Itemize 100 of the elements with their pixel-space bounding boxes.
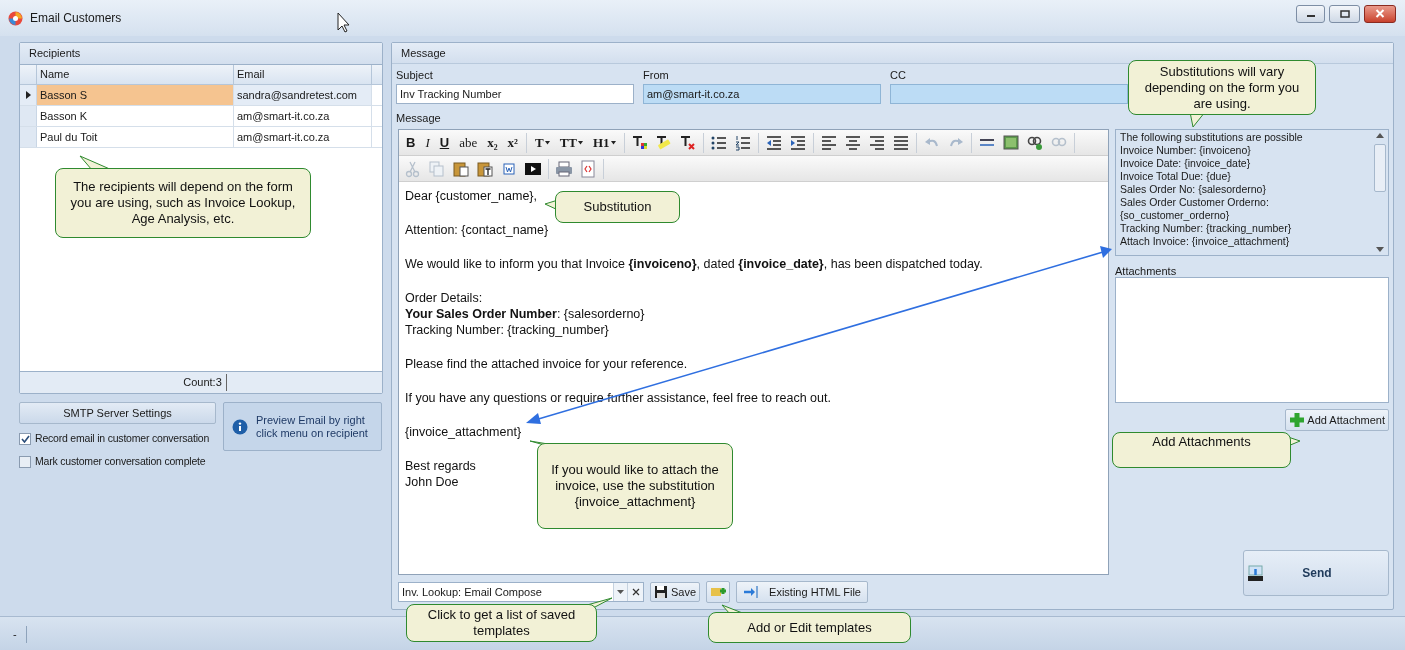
format-button[interactable]: B — [402, 131, 420, 154]
checkbox[interactable] — [19, 432, 31, 445]
format-button[interactable]: I — [421, 131, 434, 154]
table-cell: Basson S — [37, 85, 234, 105]
checkmark-icon — [20, 434, 30, 443]
info-icon — [232, 418, 248, 435]
send-button[interactable]: Send — [1243, 550, 1389, 596]
clear-format-icon — [678, 133, 697, 152]
field-label: CC — [890, 68, 907, 80]
table-cell: am@smart-it.co.za — [234, 127, 372, 147]
format-button[interactable]: x² — [503, 131, 522, 154]
format-button[interactable]: TT — [555, 131, 587, 154]
list-item: {so_customer_orderno} — [1120, 209, 1230, 222]
body-text-line: {invoice_attachment} — [405, 424, 522, 440]
mail-tray-icon — [1247, 564, 1264, 582]
list-item: Invoice Number: {invoiceno} — [1120, 144, 1251, 157]
recipient-row[interactable]: Basson K am@smart-it.co.za — [20, 106, 382, 127]
dropdown-arrow-icon — [617, 590, 624, 594]
close-icon — [631, 588, 640, 596]
mouse-pointer-icon — [337, 12, 350, 33]
plus-icon — [1289, 412, 1306, 428]
scroll-down-icon — [1376, 247, 1384, 252]
checkbox-label: Record email in customer conversation — [35, 431, 210, 446]
save-button[interactable]: Save — [650, 582, 701, 602]
outdent-icon — [764, 133, 783, 152]
text-color-icon — [630, 133, 649, 152]
caret-icon — [578, 140, 583, 145]
status-text: - — [13, 626, 27, 643]
preview-email-button[interactable]: Preview Email by right click menu on recipient — [223, 402, 382, 451]
template-dropdown[interactable]: Inv. Lookup: Email Compose — [398, 582, 644, 602]
align-right-icon — [867, 133, 886, 152]
image-icon — [1001, 133, 1020, 152]
callout: Substitution — [555, 191, 680, 223]
maximize-button[interactable] — [1329, 4, 1360, 23]
align-left-icon — [819, 133, 838, 152]
paste-text-icon — [476, 159, 494, 178]
list-item: Sales Order No: {salesorderno} — [1120, 183, 1266, 196]
body-text-line: Tracking Number: {tracking_number} — [405, 322, 609, 338]
highlighter-icon — [654, 133, 673, 152]
format-button[interactable]: x₂ — [483, 131, 502, 154]
align-center-icon — [843, 133, 862, 152]
close-button[interactable] — [1364, 4, 1396, 23]
format-button[interactable]: T — [531, 131, 554, 154]
callout: Substitutions will vary depending on the form you are using. — [1128, 60, 1316, 115]
table-cell: sandra@sandretest.com — [234, 85, 372, 105]
field-label: From — [643, 68, 670, 80]
clear-button[interactable] — [627, 583, 643, 601]
add-attachment-button[interactable]: Add Attachment — [1285, 409, 1389, 431]
row-count: Count:3 — [183, 374, 227, 391]
field-label: Attachments — [1115, 264, 1177, 276]
list-item: Tracking Number: {tracking_number} — [1120, 222, 1292, 235]
panel-title: Message — [401, 45, 446, 61]
body-text-line: Order Details: — [405, 290, 483, 306]
format-button[interactable]: abe — [455, 131, 482, 154]
recipient-row[interactable]: Basson S sandra@sandretest.com — [20, 85, 382, 106]
list-item: Invoice Total Due: {due} — [1120, 170, 1231, 183]
list-item: The following substitutions are possible — [1120, 131, 1303, 144]
justify-icon — [891, 133, 910, 152]
paste-icon — [452, 159, 470, 178]
callout: If you would like to attach the invoice, use the substitution {invoice_attachment} — [537, 443, 733, 529]
recipient-row[interactable]: Paul du Toit am@smart-it.co.za — [20, 127, 382, 148]
body-text-line: If you have any questions or require further assistance, feel free to reach out. — [405, 390, 831, 406]
list-item: Invoice Date: {invoice_date} — [1120, 157, 1251, 170]
import-arrow-icon — [743, 585, 760, 599]
smtp-settings-button[interactable]: SMTP Server Settings — [19, 402, 216, 424]
body-text-line: Attention: {contact_name} — [405, 222, 549, 238]
column-header[interactable]: Email — [234, 65, 372, 84]
callout: Add Attachments — [1112, 432, 1291, 468]
caret-icon — [610, 140, 616, 145]
callout: Click to get a list of saved templates — [406, 604, 597, 642]
html-editor[interactable] — [398, 129, 1109, 575]
text-field[interactable]: am@smart-it.co.za — [643, 84, 881, 104]
body-text-line: We would like to inform you that Invoice {invoiceno}, dated {invoice_date}, has been dispatched today. — [405, 256, 983, 272]
checkbox[interactable] — [19, 455, 31, 468]
add-template-button[interactable] — [706, 581, 731, 603]
text-field[interactable]: Inv Tracking Number — [396, 84, 634, 104]
copy-icon — [428, 159, 446, 178]
callout: The recipients will depend on the form you are using, such as Invoice Lookup, Age Analysis, etc. — [55, 168, 311, 238]
list-item: Attach Invoice: {invoice_attachment} — [1120, 235, 1290, 248]
minimize-button[interactable] — [1296, 4, 1325, 23]
app-logo-icon — [8, 10, 23, 26]
format-button[interactable]: U — [435, 131, 454, 154]
panel-title: Recipients — [29, 46, 81, 62]
table-cell: Paul du Toit — [37, 127, 234, 147]
column-header[interactable]: Name — [37, 65, 234, 84]
body-text-line: Your Sales Order Number: {salesorderno} — [405, 306, 645, 322]
caret-icon — [544, 140, 550, 145]
close-icon — [1375, 9, 1385, 18]
row-indicator-icon — [25, 91, 31, 99]
body-text-line: Please find the attached invoice for your reference. — [405, 356, 688, 372]
field-label: Message — [396, 112, 441, 124]
body-text-line: Best regards — [405, 458, 476, 474]
text-field[interactable] — [890, 84, 1128, 104]
list-item: Sales Order Customer Orderno: — [1120, 196, 1269, 209]
body-text-line: John Doe — [405, 474, 459, 490]
existing-html-file-button[interactable]: Existing HTML File — [736, 581, 869, 603]
table-cell: Basson K — [37, 106, 234, 126]
checkbox-label: Mark customer conversation complete — [35, 453, 206, 469]
cut-icon — [404, 159, 422, 178]
format-button[interactable]: H1 — [589, 131, 620, 154]
